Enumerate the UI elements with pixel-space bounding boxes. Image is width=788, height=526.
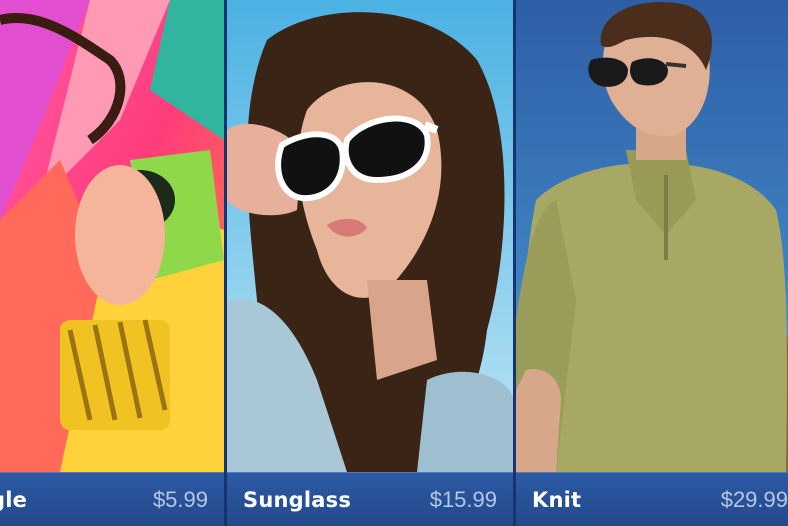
product-name: gle <box>0 487 28 512</box>
product-card-sunglass[interactable]: Sunglass $15.99 <box>227 0 513 526</box>
product-price: $5.99 <box>152 486 208 512</box>
product-name: Sunglass <box>243 487 352 512</box>
product-name: Knit <box>532 487 582 512</box>
product-image-sunglass[interactable] <box>227 0 513 472</box>
product-price: $29.99 <box>720 486 788 512</box>
product-card-bangle[interactable]: gle $5.99 <box>0 0 224 526</box>
product-caption-bar: gle $5.99 <box>0 472 224 526</box>
product-caption-bar: Knit $29.99 <box>516 472 788 526</box>
product-price: $15.99 <box>429 486 497 512</box>
product-card-knit[interactable]: Knit $29.99 <box>516 0 788 526</box>
product-image-bangle[interactable] <box>0 0 224 472</box>
product-image-knit[interactable] <box>516 0 788 472</box>
product-carousel[interactable]: gle $5.99 <box>0 0 788 526</box>
product-caption-bar: Sunglass $15.99 <box>227 472 513 526</box>
